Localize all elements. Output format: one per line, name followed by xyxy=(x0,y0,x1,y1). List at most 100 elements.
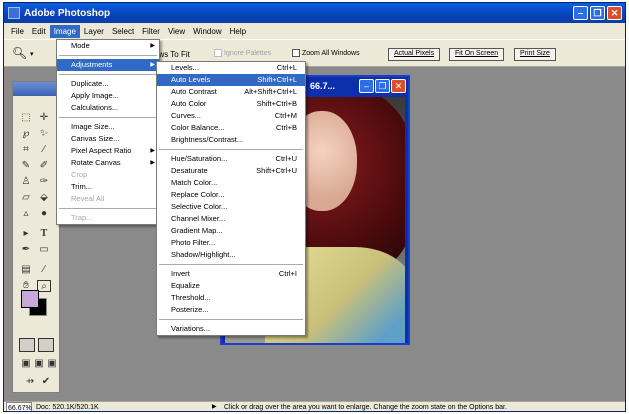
menu-item-levels[interactable]: Levels... Ctrl+L xyxy=(157,62,305,74)
menu-item-reveal-all: Reveal All xyxy=(57,193,159,205)
menu-item-label: Apply Image... xyxy=(71,91,119,100)
menu-item-label: Image Size... xyxy=(71,122,115,131)
menu-item-channel-mixer[interactable]: Channel Mixer... xyxy=(157,213,305,225)
menu-item-match-color[interactable]: Match Color... xyxy=(157,177,305,189)
status-arrow-icon[interactable]: ▶ xyxy=(212,402,217,411)
screen-mode-icon[interactable]: ▣ xyxy=(19,358,33,370)
brush-tool-icon[interactable]: ✐ xyxy=(37,160,51,172)
menu-item-shortcut: Ctrl+B xyxy=(275,123,297,132)
menu-layer[interactable]: Layer xyxy=(80,25,108,38)
menu-item-label: Threshold... xyxy=(171,293,211,302)
menu-filter[interactable]: Filter xyxy=(138,25,164,38)
healing-brush-tool-icon[interactable]: ✎ xyxy=(19,160,33,172)
menu-item-rotate-canvas[interactable]: Rotate Canvas xyxy=(57,157,159,169)
menu-item-auto-contrast[interactable]: Auto Contrast Alt+Shift+Ctrl+L xyxy=(157,86,305,98)
zoom-tool-dropdown-icon[interactable]: ▾ xyxy=(30,50,34,58)
menu-file[interactable]: File xyxy=(7,25,28,38)
doc-minimize-button[interactable]: ‒ xyxy=(359,79,374,93)
jump-to-imageready-icon[interactable]: ⇸ xyxy=(23,376,37,388)
menu-item-selective-color[interactable]: Selective Color... xyxy=(157,201,305,213)
full-screen-mode-icon[interactable]: ▣ xyxy=(45,358,59,370)
document-size-info[interactable]: Doc: 520.1K/520.1K xyxy=(36,402,99,411)
menu-item-photo-filter[interactable]: Photo Filter... xyxy=(157,237,305,249)
history-brush-tool-icon[interactable]: ✑ xyxy=(37,176,51,188)
menu-item-label: Trim... xyxy=(71,182,92,191)
menu-item-auto-color[interactable]: Auto Color Shift+Ctrl+B xyxy=(157,98,305,110)
ignore-palettes-checkbox[interactable]: Ignore Palettes xyxy=(214,49,271,57)
menu-item-invert[interactable]: Invert Ctrl+I xyxy=(157,268,305,280)
menu-item-canvas-size[interactable]: Canvas Size... xyxy=(57,133,159,145)
menu-item-mode[interactable]: Mode xyxy=(57,40,159,52)
menu-item-gradient-map[interactable]: Gradient Map... xyxy=(157,225,305,237)
menu-item-brightness-contrast[interactable]: Brightness/Contrast... xyxy=(157,134,305,146)
menu-item-label: Match Color... xyxy=(171,178,218,187)
doc-close-button[interactable]: ✕ xyxy=(391,79,406,93)
print-size-button[interactable]: Print Size xyxy=(514,48,556,61)
paint-bucket-tool-icon[interactable]: ⬙ xyxy=(37,192,51,204)
blur-tool-icon[interactable]: ▵ xyxy=(19,208,33,220)
menu-item-equalize[interactable]: Equalize xyxy=(157,280,305,292)
notes-tool-icon[interactable]: ▤ xyxy=(19,264,33,276)
standard-mode-icon[interactable] xyxy=(19,338,35,352)
menu-item-shortcut: Alt+Shift+Ctrl+L xyxy=(244,87,297,96)
actual-pixels-button[interactable]: Actual Pixels xyxy=(388,48,441,61)
type-tool-icon[interactable]: T xyxy=(37,228,51,240)
menu-item-label: Equalize xyxy=(171,281,200,290)
quick-mask-mode-icon[interactable] xyxy=(38,338,54,352)
menu-item-desaturate[interactable]: Desaturate Shift+Ctrl+U xyxy=(157,165,305,177)
menu-item-label: Posterize... xyxy=(171,305,209,314)
pen-tool-icon[interactable]: ✒ xyxy=(19,244,33,256)
full-screen-menu-mode-icon[interactable]: ▣ xyxy=(32,358,46,370)
menu-item-adjustments[interactable]: Adjustments xyxy=(57,59,159,71)
menu-item-image-size[interactable]: Image Size... xyxy=(57,121,159,133)
minimize-button[interactable]: ‒ xyxy=(573,6,588,20)
zoom-tool-icon[interactable]: 🔍︎ xyxy=(12,46,27,60)
eraser-tool-icon[interactable]: ▱ xyxy=(19,192,33,204)
crop-tool-icon[interactable]: ⌗ xyxy=(19,144,33,156)
menu-item-color-balance[interactable]: Color Balance... Ctrl+B xyxy=(157,122,305,134)
menu-item-label: Canvas Size... xyxy=(71,134,120,143)
path-selection-tool-icon[interactable]: ▸ xyxy=(19,228,33,240)
foreground-color-swatch[interactable] xyxy=(21,290,39,308)
dodge-tool-icon[interactable]: ● xyxy=(37,208,51,220)
menu-item-duplicate[interactable]: Duplicate... xyxy=(57,78,159,90)
menu-item-hue-saturation[interactable]: Hue/Saturation... Ctrl+U xyxy=(157,153,305,165)
menu-item-shortcut: Shift+Ctrl+U xyxy=(256,166,297,175)
clone-stamp-tool-icon[interactable]: ♙ xyxy=(19,176,33,188)
menu-separator xyxy=(59,74,157,75)
zoom-tool-icon-toolbox[interactable]: ⌕ xyxy=(37,280,51,292)
eyedropper-tool-icon[interactable]: ∕ xyxy=(37,264,51,276)
menu-item-auto-levels[interactable]: Auto Levels Shift+Ctrl+L xyxy=(157,74,305,86)
menu-help[interactable]: Help xyxy=(226,25,250,38)
menu-item-curves[interactable]: Curves... Ctrl+M xyxy=(157,110,305,122)
menu-item-variations[interactable]: Variations... xyxy=(157,323,305,335)
menu-item-replace-color[interactable]: Replace Color... xyxy=(157,189,305,201)
menu-item-posterize[interactable]: Posterize... xyxy=(157,304,305,316)
restore-button[interactable]: ❐ xyxy=(590,6,605,20)
magic-wand-tool-icon[interactable]: ✨︎ xyxy=(37,128,51,140)
photoshop-window: Adobe Photoshop ‒ ❐ ✕ File Edit Image Layer… xyxy=(3,2,626,412)
menu-view[interactable]: View xyxy=(164,25,189,38)
menu-item-apply-image[interactable]: Apply Image... xyxy=(57,90,159,102)
menu-item-threshold[interactable]: Threshold... xyxy=(157,292,305,304)
close-button[interactable]: ✕ xyxy=(607,6,622,20)
menu-select[interactable]: Select xyxy=(108,25,138,38)
fit-on-screen-button[interactable]: Fit On Screen xyxy=(449,48,505,61)
zoom-percentage-field[interactable]: 66.67% xyxy=(6,402,32,411)
menu-item-label: Reveal All xyxy=(71,194,105,203)
slice-tool-icon[interactable]: ∕ xyxy=(37,144,51,156)
move-tool-icon[interactable]: ✛ xyxy=(37,112,51,124)
menu-item-calculations[interactable]: Calculations... xyxy=(57,102,159,114)
menu-item-trim[interactable]: Trim... xyxy=(57,181,159,193)
zoom-all-windows-checkbox[interactable]: Zoom All Windows xyxy=(292,49,360,57)
toolbox-header[interactable] xyxy=(13,82,59,96)
shape-tool-icon[interactable]: ▭ xyxy=(37,244,51,256)
doc-restore-button[interactable]: ❐ xyxy=(375,79,390,93)
menu-item-pixel-aspect-ratio[interactable]: Pixel Aspect Ratio xyxy=(57,145,159,157)
marquee-tool-icon[interactable]: ⬚ xyxy=(19,112,33,124)
menu-edit[interactable]: Edit xyxy=(28,25,50,38)
lasso-tool-icon[interactable]: ℘ xyxy=(19,128,33,140)
menu-item-shadow-highlight[interactable]: Shadow/Highlight... xyxy=(157,249,305,261)
menu-window[interactable]: Window xyxy=(189,25,225,38)
menu-image[interactable]: Image xyxy=(49,24,80,38)
